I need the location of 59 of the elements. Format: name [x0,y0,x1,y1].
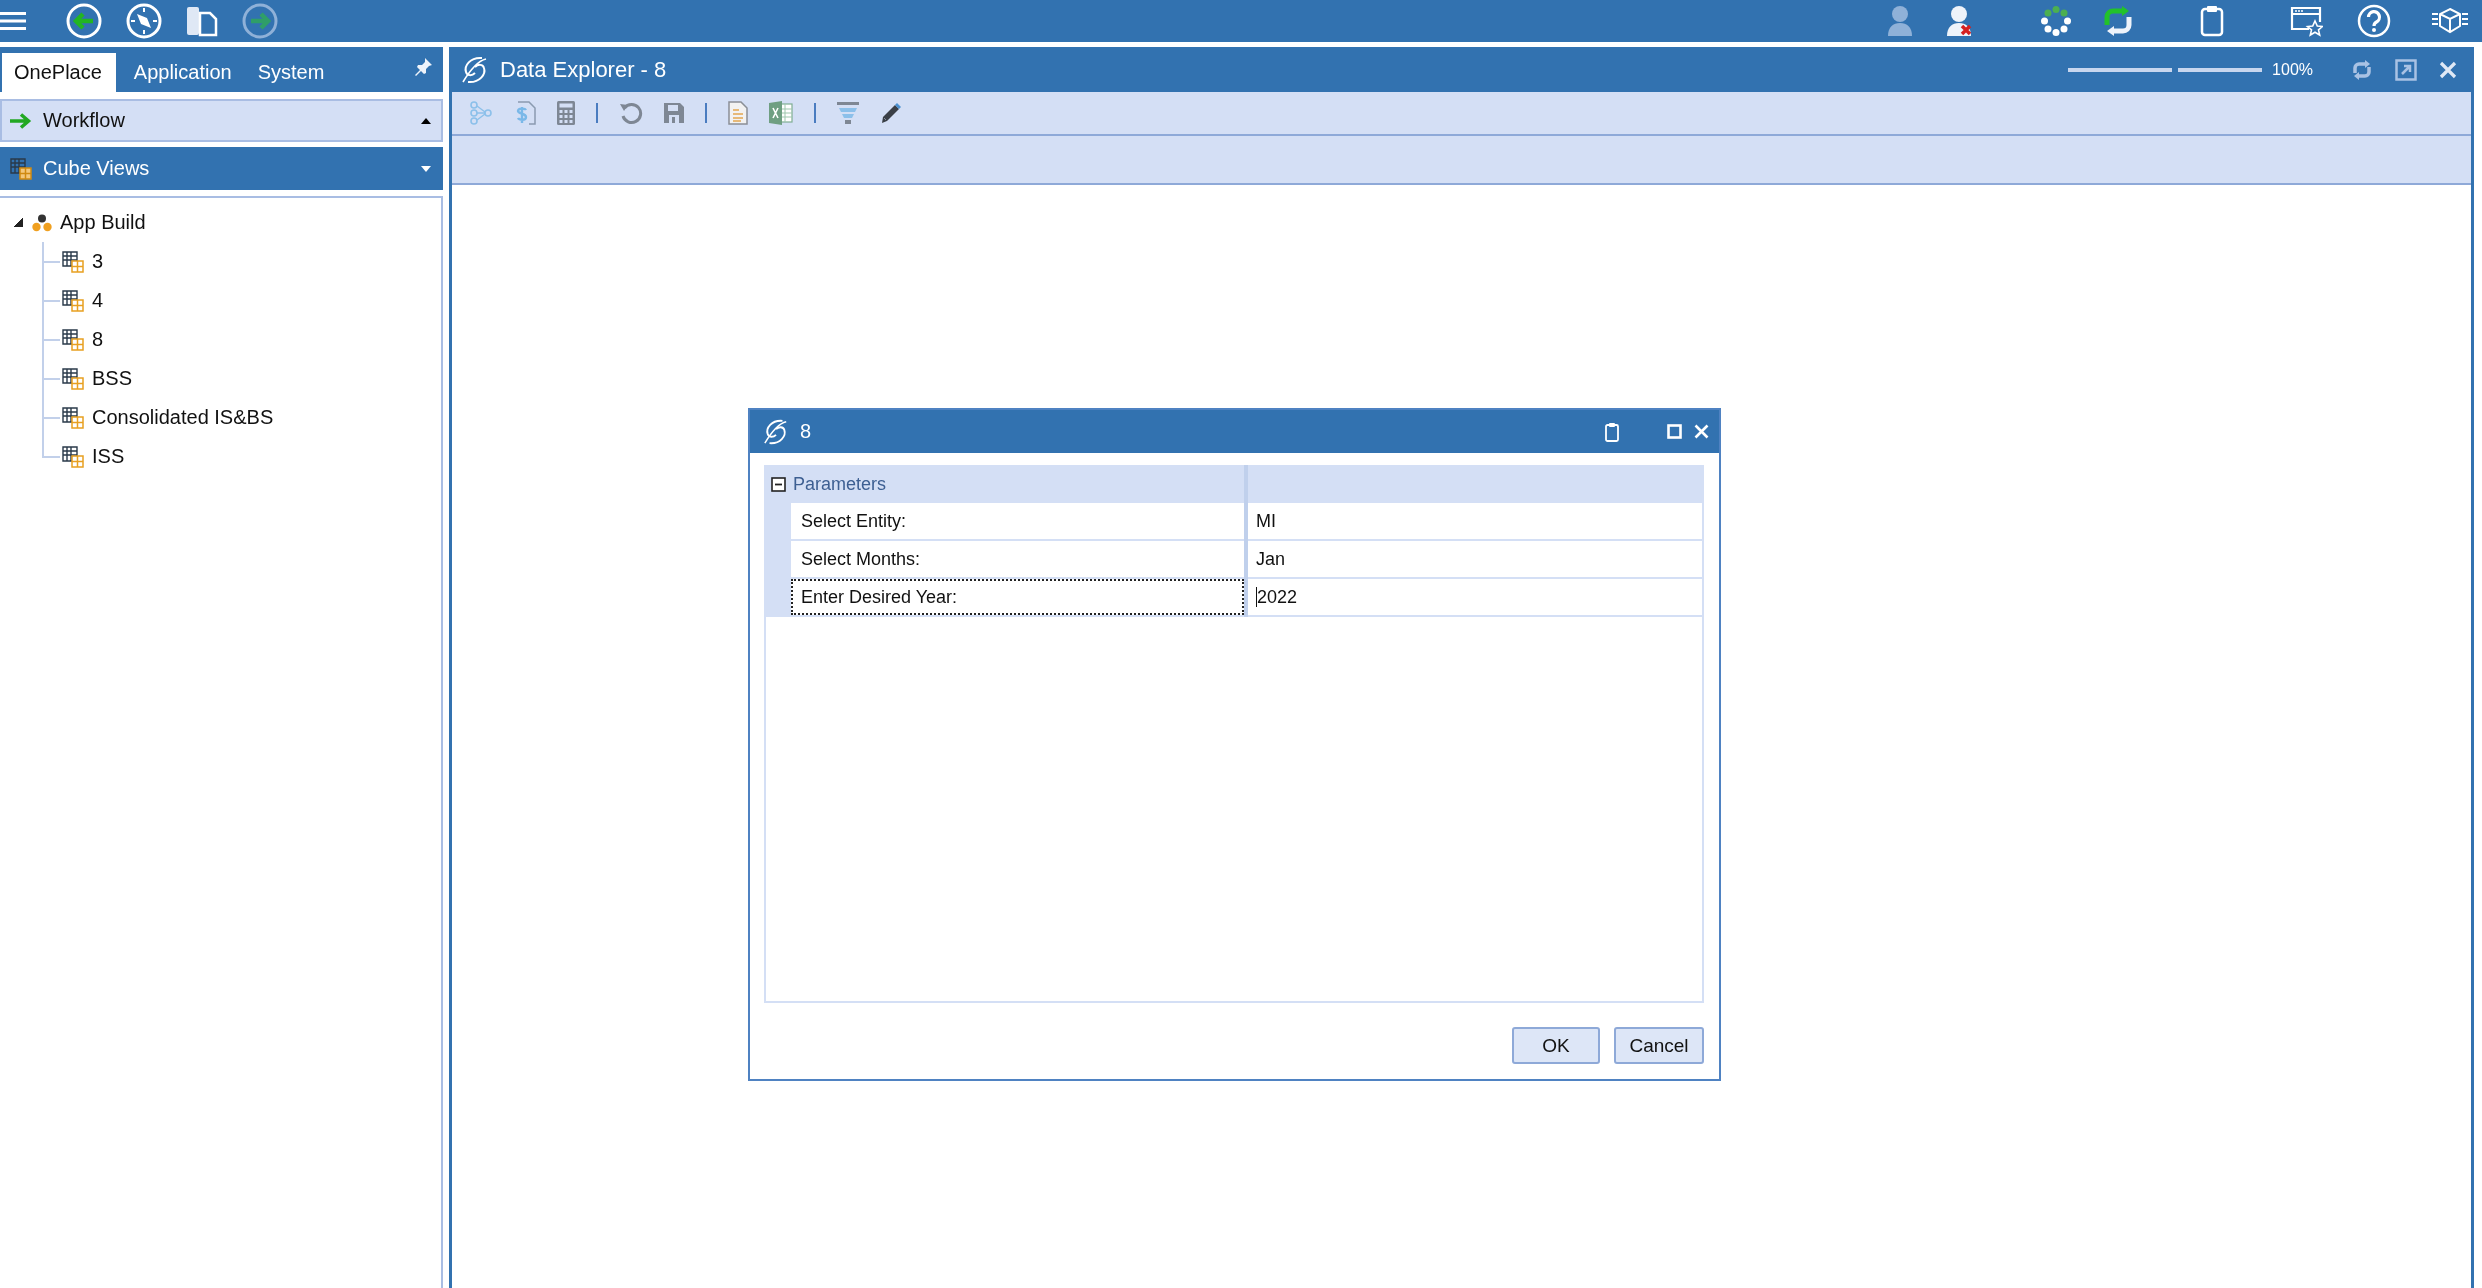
maximize-icon[interactable] [1667,424,1682,439]
panel-tab[interactable]: Application [121,53,246,92]
dialog-button[interactable]: OK [1512,1027,1600,1064]
grid-icon [62,367,84,390]
right-arrow-icon [10,112,32,129]
circular-arrow-icon[interactable] [619,101,643,125]
minus-box-icon[interactable] [771,476,786,492]
caret-icon [421,117,431,124]
calculator-icon[interactable] [557,101,575,125]
tree-item[interactable]: ISS [60,437,125,476]
refresh-icon[interactable] [2351,58,2373,81]
grid-icon [10,157,32,180]
grid-icon [62,328,84,351]
grid-icon [62,445,84,468]
grid-icon [62,406,84,429]
window-star-icon[interactable] [2289,5,2323,37]
zoom-reading: 100% [2272,60,2313,79]
user-remove-icon[interactable] [1946,5,1974,37]
caret-icon [421,165,431,172]
tree-item[interactable]: 4 [60,281,104,320]
property-label: Select Entity: [800,509,908,533]
grid-icon [62,289,84,312]
tree-item[interactable]: 3 [60,242,104,281]
spinner-icon[interactable] [2041,6,2071,36]
section-header[interactable]: Workflow [0,99,443,142]
dialog-title: 8 [800,420,812,443]
save-icon[interactable] [664,103,684,123]
pin-icon[interactable] [413,56,433,77]
property-value[interactable]: 2022 [1248,579,1702,617]
grid-icon [62,250,84,273]
close-icon[interactable] [2439,60,2457,79]
documents-icon[interactable] [186,5,218,37]
tree-item[interactable]: BSS [60,359,133,398]
expander-icon[interactable] [14,218,23,227]
panel-tab[interactable]: System [245,53,339,92]
cube-icon[interactable] [2432,7,2468,35]
section-header[interactable]: Cube Views [0,147,443,190]
panel-tab[interactable]: OnePlace [2,53,116,92]
dialog-button[interactable]: Cancel [1614,1027,1704,1064]
compass-icon[interactable] [126,3,162,39]
group-icon [32,213,52,232]
tree-item[interactable]: Consolidated IS&BS [60,398,274,437]
funnel-icon[interactable] [837,102,859,124]
spreadsheet-icon[interactable] [769,101,793,125]
refresh-icon[interactable] [2102,5,2134,37]
tree-item[interactable]: 8 [60,320,104,359]
help-icon[interactable] [2357,4,2391,38]
menu-icon[interactable] [0,11,26,31]
clipboard-icon[interactable] [1605,421,1619,442]
text-cursor-icon [1256,587,1257,607]
clipboard-icon[interactable] [2200,5,2224,37]
property-value[interactable]: MI [1248,503,1702,541]
document-title: Data Explorer - 8 [500,56,667,83]
pencil-icon[interactable] [880,102,902,124]
property-label: Enter Desired Year: [791,579,1244,615]
popout-icon[interactable] [2395,58,2417,81]
tree-item[interactable]: App Build [0,203,146,242]
property-value[interactable]: Jan [1248,541,1702,579]
property-label: Select Months: [800,547,922,571]
